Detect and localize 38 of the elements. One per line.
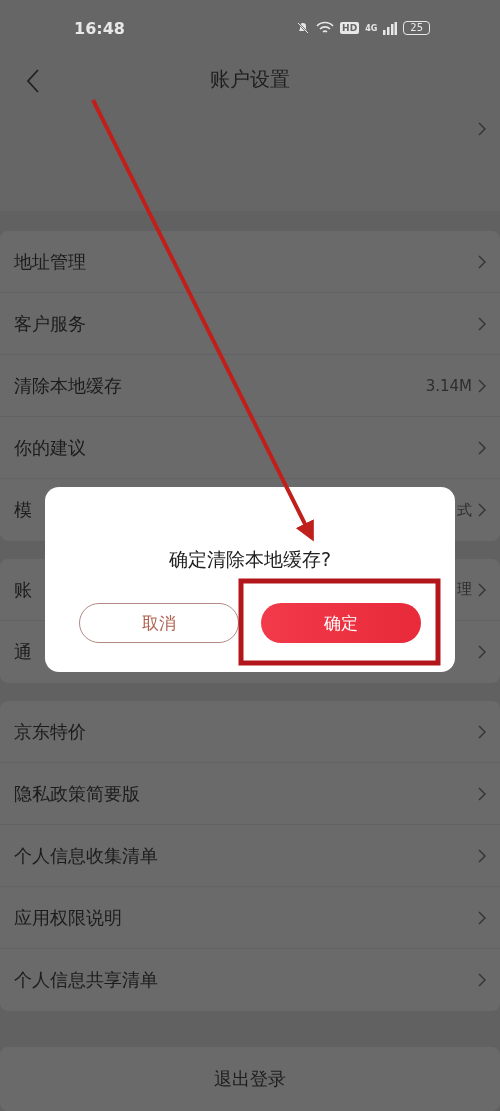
chevron-right-icon — [478, 503, 486, 517]
chevron-right-icon — [478, 316, 486, 331]
row-label[interactable]: 个人信息共享清单 — [14, 968, 478, 992]
chevron-right-icon — [478, 121, 486, 136]
chevron-right-icon — [478, 378, 486, 393]
wifi-icon — [316, 21, 335, 36]
row-value: 3.14M — [425, 376, 472, 395]
network-type: 4G — [365, 23, 378, 33]
row-label[interactable]: 个人信息收集清单 — [14, 843, 478, 868]
chevron-right-icon — [478, 848, 486, 863]
back-icon[interactable] — [26, 69, 40, 94]
bell-off-icon — [296, 21, 311, 36]
row-label[interactable]: 隐私政策简要版 — [14, 781, 478, 806]
row-label[interactable]: 地址管理 — [14, 249, 478, 274]
row-value: 理 — [457, 580, 472, 599]
status-time: 16:48 — [74, 18, 126, 38]
chevron-right-icon — [478, 724, 486, 739]
row-label[interactable]: 清除本地缓存 — [14, 373, 426, 398]
chevron-right-icon — [478, 973, 486, 987]
row-label[interactable]: 客户服务 — [14, 311, 478, 336]
chevron-right-icon — [478, 254, 486, 269]
confirm-button[interactable]: 确定 — [261, 603, 421, 643]
page-title: 账户设置 — [210, 65, 290, 93]
battery-level: 25 — [403, 21, 430, 36]
row-label[interactable]: 京东特价 — [14, 719, 478, 744]
chevron-right-icon — [478, 582, 486, 597]
cancel-button[interactable]: 取消 — [79, 603, 239, 643]
signal-icon — [383, 21, 398, 35]
row-value: 式 — [457, 500, 472, 520]
row-label[interactable]: 应用权限说明 — [14, 905, 478, 930]
row-label[interactable]: 你的建议 — [14, 435, 478, 460]
chevron-right-icon — [478, 440, 486, 455]
chevron-right-icon — [478, 786, 486, 801]
hd-badge: HD — [340, 22, 360, 35]
logout-button[interactable]: 退出登录 — [0, 1047, 500, 1111]
chevron-right-icon — [478, 910, 486, 925]
dialog-message: 确定清除本地缓存? — [168, 547, 332, 572]
chevron-right-icon — [478, 645, 486, 659]
